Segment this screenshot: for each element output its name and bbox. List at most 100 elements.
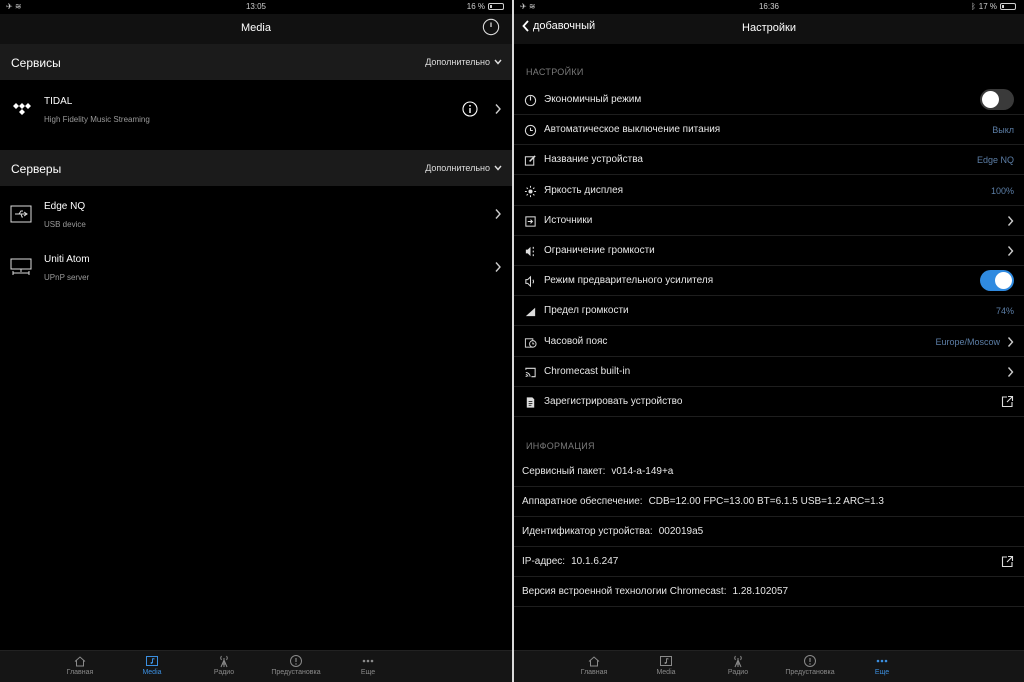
power-icon[interactable]	[482, 18, 500, 36]
more-dropdown[interactable]: Дополнительно	[425, 57, 502, 67]
radio-tower-icon	[734, 655, 742, 668]
item-subtitle: UPnP server	[44, 273, 90, 282]
info-row: Версия встроенной технологии Chromecast:…	[514, 577, 1024, 607]
nav-bar: Media	[0, 14, 512, 44]
list-item-uniti-atom[interactable]: Uniti Atom UPnP server	[0, 242, 512, 294]
toggle-switch[interactable]	[980, 270, 1014, 292]
list-item-edge-nq[interactable]: Edge NQ USB device	[0, 189, 512, 241]
settings-screen: ✈ ︎≋ 16:36 ᛒ 17 % добавочный Настройки Н…	[514, 0, 1024, 682]
info-row: IP-адрес: 10.1.6.247	[514, 547, 1024, 577]
status-bar: ✈ ︎≋ 16:36 ᛒ 17 %	[514, 0, 1024, 14]
tab-3[interactable]: Предустановка	[266, 654, 326, 676]
more-icon	[876, 659, 888, 663]
home-icon	[74, 656, 86, 667]
settings-row[interactable]: Яркость дисплея 100%	[514, 176, 1024, 206]
chevron-down-icon	[494, 59, 502, 65]
info-row: Идентификатор устройства: 002019a5	[514, 517, 1024, 547]
input-icon	[525, 216, 536, 227]
settings-row[interactable]: Часовой пояс Europe/Moscow	[514, 327, 1024, 357]
more-dropdown[interactable]: Дополнительно	[425, 163, 502, 173]
settings-row-label: Источники	[544, 214, 593, 226]
tab-label: Media	[656, 669, 676, 676]
chevron-right-icon	[495, 104, 501, 114]
settings-section-header: НАСТРОЙКИ	[526, 67, 584, 77]
section-header-services: Сервисы Дополнительно	[0, 44, 512, 80]
tab-label: Радио	[213, 669, 235, 676]
power-icon	[524, 94, 537, 107]
tab-1[interactable]: Media	[122, 654, 182, 676]
volume-ramp-icon	[525, 308, 536, 317]
preset-icon	[804, 655, 816, 667]
info-value: CDB=12.00 FPC=13.00 BT=6.1.5 USB=1.2 ARC…	[648, 496, 884, 507]
section-title: Серверы	[11, 162, 62, 176]
edit-icon	[524, 155, 536, 167]
info-value: 10.1.6.247	[571, 556, 619, 567]
battery-icon	[1000, 3, 1016, 10]
info-value: 1.28.102057	[732, 586, 789, 597]
settings-row[interactable]: Название устройства Edge NQ	[514, 145, 1024, 176]
list-item-tidal[interactable]: TIDAL High Fidelity Music Streaming	[0, 84, 512, 136]
media-icon	[660, 656, 672, 666]
settings-row[interactable]: Источники	[514, 206, 1024, 236]
external-link-icon[interactable]	[1001, 395, 1014, 408]
toggle-switch[interactable]	[980, 89, 1014, 110]
info-icon[interactable]	[462, 101, 478, 117]
tab-0[interactable]: Главная	[50, 654, 110, 676]
settings-row[interactable]: Зарегистрировать устройство	[514, 387, 1024, 417]
settings-row[interactable]: Предел громкости 74%	[514, 296, 1024, 327]
settings-row-label: Автоматическое выключение питания	[544, 124, 721, 136]
item-subtitle: High Fidelity Music Streaming	[44, 115, 150, 124]
tab-2[interactable]: Радио	[194, 654, 254, 676]
tab-bar: Главная Media Радио Предустановка Еще	[0, 650, 512, 682]
settings-row-value: 74%	[995, 306, 1014, 317]
info-label: Аппаратное обеспечение:	[522, 496, 643, 507]
document-icon	[526, 397, 535, 408]
info-label: Идентификатор устройства:	[522, 526, 653, 537]
external-link-icon[interactable]	[1001, 555, 1014, 568]
nav-bar: добавочный Настройки	[514, 14, 1024, 44]
settings-row-label: Режим предварительного усилителя	[544, 275, 714, 287]
item-title: Uniti Atom	[44, 254, 90, 265]
settings-row-label: Название устройства	[544, 154, 643, 166]
tab-label: Предустановка	[785, 669, 835, 676]
tab-2[interactable]: Радио	[708, 654, 768, 676]
home-icon	[588, 656, 600, 667]
media-screen: ✈ ︎≋ 13:05 16 % Media Сервисы Дополнител…	[0, 0, 512, 682]
tab-label: Главная	[66, 669, 94, 676]
section-header-servers: Серверы Дополнительно	[0, 150, 512, 186]
status-time: 13:05	[245, 2, 267, 11]
info-label: Версия встроенной технологии Chromecast:	[522, 586, 727, 597]
info-value: v014-a-149+a	[611, 466, 674, 477]
tab-4[interactable]: Еще	[338, 654, 398, 676]
settings-row-value: Edge NQ	[976, 155, 1014, 166]
bluetooth-icon: ᛒ	[970, 2, 976, 11]
more-icon	[362, 659, 374, 663]
tab-label: Еще	[360, 669, 376, 676]
cast-icon	[525, 367, 536, 377]
tab-label: Media	[142, 669, 162, 676]
radio-tower-icon	[220, 655, 228, 668]
brightness-icon	[524, 185, 537, 197]
tab-1[interactable]: Media	[636, 654, 696, 676]
status-time: 16:36	[758, 2, 780, 11]
tab-4[interactable]: Еще	[852, 654, 912, 676]
section-title: Сервисы	[11, 56, 61, 70]
settings-row-value: Europe/Moscow	[935, 336, 1000, 347]
info-label: IP-адрес:	[522, 556, 566, 567]
tab-3[interactable]: Предустановка	[780, 654, 840, 676]
settings-row[interactable]: Режим предварительного усилителя	[514, 266, 1024, 297]
info-row: Сервисный пакет: v014-a-149+a	[514, 457, 1024, 487]
chevron-right-icon	[495, 209, 501, 219]
network-server-icon	[10, 258, 32, 275]
settings-row[interactable]: Ограничение громкости	[514, 236, 1024, 266]
tab-0[interactable]: Главная	[564, 654, 624, 676]
media-icon	[146, 656, 158, 666]
page-title: Media	[241, 22, 271, 34]
settings-row[interactable]: Автоматическое выключение питания Выкл	[514, 115, 1024, 146]
tab-label: Предустановка	[271, 669, 321, 676]
settings-row[interactable]: Экономичный режим	[514, 85, 1024, 115]
chevron-right-icon	[1007, 215, 1014, 226]
chevron-right-icon	[495, 262, 501, 272]
tab-bar: Главная Media Радио Предустановка Еще	[514, 650, 1024, 682]
settings-row[interactable]: Chromecast built-in	[514, 357, 1024, 387]
